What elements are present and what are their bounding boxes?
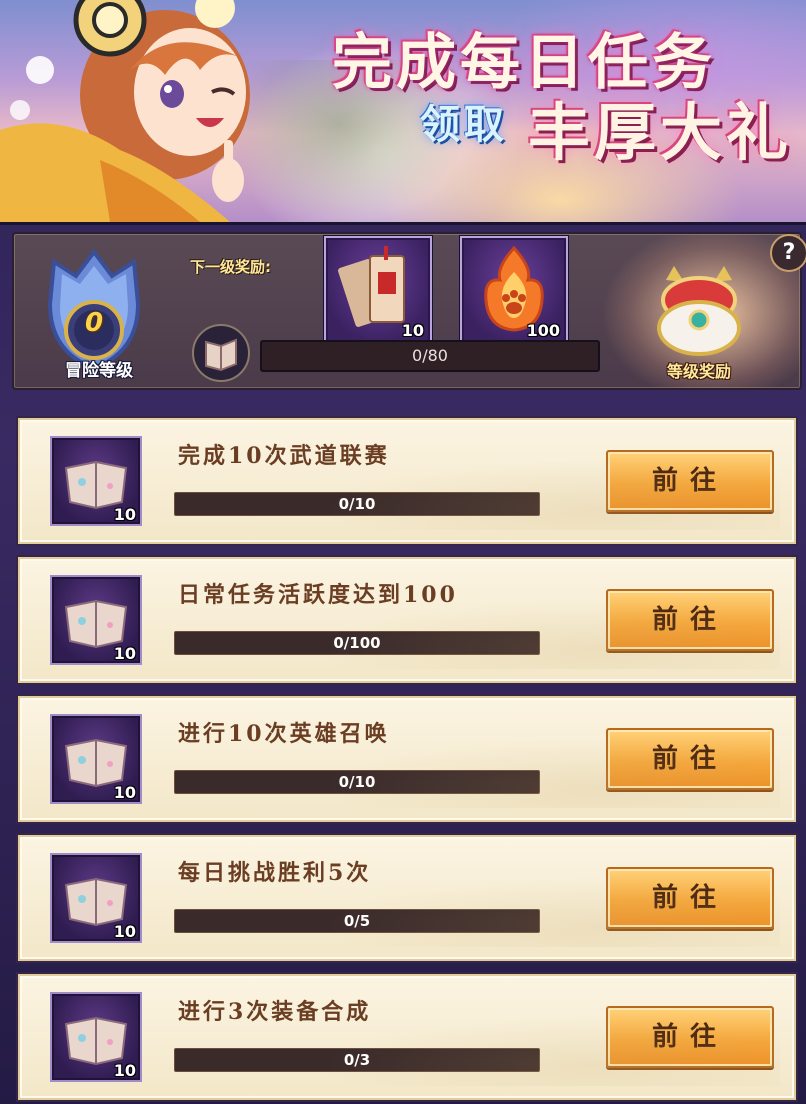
task-reward-qty: 10	[113, 505, 136, 524]
go-button[interactable]: 前往	[606, 450, 774, 512]
go-button[interactable]: 前往	[606, 867, 774, 929]
next-reward-label: 下一级奖励:	[190, 258, 271, 276]
book-icon	[192, 324, 250, 382]
reward-slot-flame[interactable]: 100	[460, 236, 568, 344]
task-progress-text: 0/10	[338, 495, 376, 513]
task-reward-slot[interactable]: 10	[50, 992, 142, 1082]
task-title: 每日挑战胜利5次	[178, 860, 372, 886]
task-title: 完成10次武道联赛	[178, 443, 390, 469]
task-reward-slot[interactable]: 10	[50, 575, 142, 665]
task-row: 10 进行3次装备合成 0/3 前往	[18, 974, 796, 1100]
reward-slot-ticket[interactable]: 10	[324, 236, 432, 344]
task-row: 10 进行10次英雄召唤 0/10 前往	[18, 696, 796, 822]
task-progress-text: 0/100	[333, 634, 381, 652]
task-reward-qty: 10	[113, 644, 136, 663]
banner-title-gift: 丰厚大礼	[528, 96, 793, 169]
task-progress-bar: 0/3	[174, 1048, 540, 1072]
go-button[interactable]: 前往	[606, 1006, 774, 1068]
event-banner: 完成每日任务 领取 丰厚大礼	[0, 0, 806, 225]
adventure-level-panel: 0 冒险等级 下一级奖励: 10 100 0/80 ? 等级奖励	[12, 232, 806, 390]
help-button[interactable]: ?	[770, 234, 806, 272]
task-progress-text: 0/5	[343, 912, 371, 930]
task-reward-qty: 10	[113, 783, 136, 802]
task-progress-text: 0/10	[338, 773, 376, 791]
task-row: 10 每日挑战胜利5次 0/5 前往	[18, 835, 796, 961]
task-progress-bar: 0/5	[174, 909, 540, 933]
task-progress-text: 0/3	[343, 1051, 371, 1069]
task-progress-bar: 0/10	[174, 492, 540, 516]
reward-qty: 100	[526, 321, 560, 340]
chest-icon[interactable]	[644, 260, 754, 360]
task-row: 10 完成10次武道联赛 0/10 前往	[18, 418, 796, 544]
task-reward-slot[interactable]: 10	[50, 436, 142, 526]
level-value: 0	[84, 308, 104, 338]
task-progress-bar: 0/100	[174, 631, 540, 655]
reward-qty: 10	[401, 321, 424, 340]
go-button[interactable]: 前往	[606, 589, 774, 651]
banner-title-claim: 领取	[420, 101, 508, 148]
go-button[interactable]: 前往	[606, 728, 774, 790]
task-title: 进行3次装备合成	[178, 999, 372, 1025]
character-illustration	[0, 0, 250, 222]
task-reward-slot[interactable]: 10	[50, 714, 142, 804]
task-reward-qty: 10	[113, 922, 136, 941]
task-progress-bar: 0/10	[174, 770, 540, 794]
level-progress-bar: 0/80	[260, 340, 600, 372]
task-reward-qty: 10	[113, 1061, 136, 1080]
task-title: 进行10次英雄召唤	[178, 721, 390, 747]
task-title: 日常任务活跃度达到100	[178, 582, 458, 608]
level-label: 冒险等级	[65, 361, 133, 381]
task-reward-slot[interactable]: 10	[50, 853, 142, 943]
level-progress-text: 0/80	[412, 346, 448, 365]
task-row: 10 日常任务活跃度达到100 0/100 前往	[18, 557, 796, 683]
chest-label: 等级奖励	[666, 362, 731, 381]
